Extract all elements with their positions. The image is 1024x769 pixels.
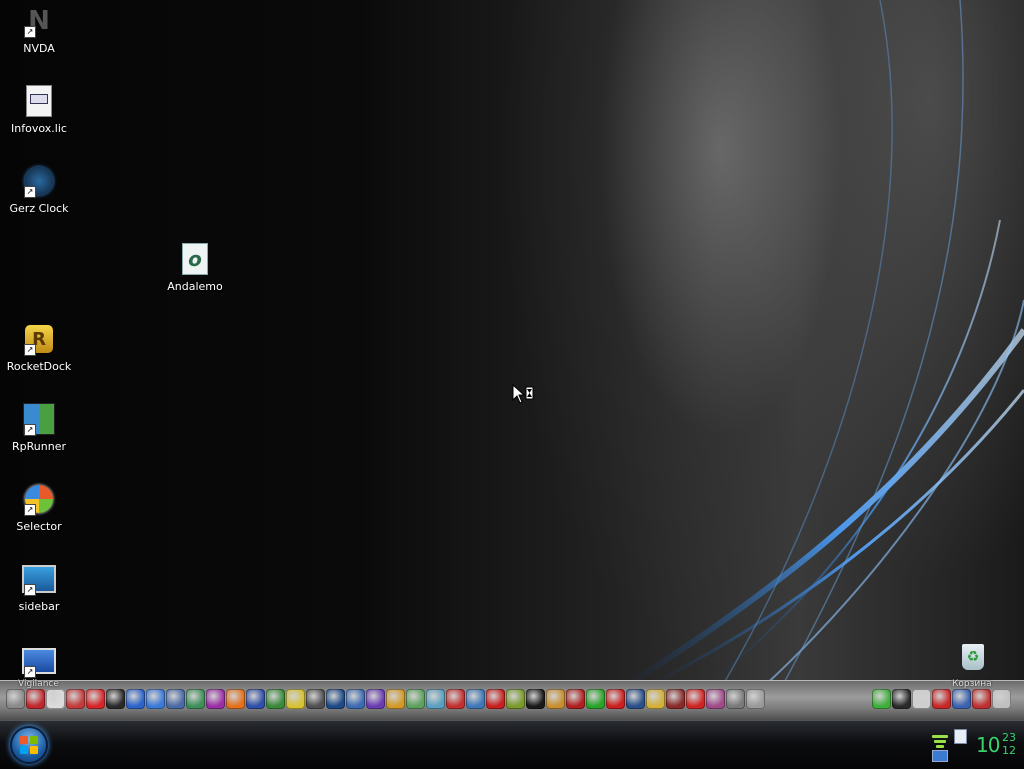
recycle-bin-icon: ♻	[956, 640, 990, 674]
shortcut-arrow-icon: ↗	[24, 504, 36, 516]
photoshop-icon[interactable]	[626, 689, 645, 709]
utorrent-icon[interactable]	[872, 689, 891, 709]
desktop-icon-monitor[interactable]: ↗	[1, 644, 77, 678]
desktop-icon-label: Infovox.lic	[11, 122, 67, 135]
shortcut-arrow-icon: ↗	[24, 344, 36, 356]
desktop-icon-rprunner[interactable]: ↗ RpRunner	[1, 402, 77, 453]
theater-icon[interactable]	[306, 689, 325, 709]
basket-icon[interactable]	[386, 689, 405, 709]
document-icon	[22, 84, 56, 118]
media-icon[interactable]	[206, 689, 225, 709]
desktop-icon-label: Gerz Clock	[9, 202, 69, 215]
desktop-icon-label: Selector	[16, 520, 62, 533]
map-icon[interactable]	[266, 689, 285, 709]
r-app-icon[interactable]	[486, 689, 505, 709]
red-ball-icon[interactable]	[446, 689, 465, 709]
windows-flag-icon	[20, 736, 38, 754]
desktop-icon-nvda[interactable]: N ↗ NVDA	[1, 4, 77, 55]
gear-icon[interactable]	[406, 689, 425, 709]
clock-icon[interactable]	[46, 689, 65, 709]
clock-minute[interactable]: 23	[1002, 731, 1016, 744]
desktop-icon-recycle-bin[interactable]: ♻	[935, 640, 1011, 674]
image-icon[interactable]	[186, 689, 205, 709]
desktop-icon-label: RocketDock	[6, 360, 72, 373]
clover-icon[interactable]	[586, 689, 605, 709]
andalemo-icon: o	[178, 242, 212, 276]
cd-icon[interactable]	[286, 689, 305, 709]
shortcut-arrow-icon: ↗	[24, 26, 36, 38]
desktop-icon-label: Andalemo	[167, 280, 223, 293]
res-icon[interactable]	[526, 689, 545, 709]
clock-second[interactable]: 12	[1002, 744, 1016, 757]
cube-icon[interactable]	[166, 689, 185, 709]
desktop-icon-infovox[interactable]: Infovox.lic	[1, 84, 77, 135]
archive-icon[interactable]	[506, 689, 525, 709]
download-icon[interactable]	[326, 689, 345, 709]
taskbar: 10 23 12	[0, 720, 1024, 769]
ring-icon[interactable]	[426, 689, 445, 709]
flag-icon[interactable]	[666, 689, 685, 709]
desktop-icon-label: RpRunner	[12, 440, 66, 453]
desktop-icon-label: sidebar	[18, 600, 60, 613]
key-icon[interactable]	[646, 689, 665, 709]
network-icon[interactable]	[952, 689, 971, 709]
rocketdock-bar: Vigilance Корзина	[0, 679, 1024, 721]
scanner-icon[interactable]	[726, 689, 745, 709]
cube-red-icon[interactable]	[972, 689, 991, 709]
desktop-icon-sidebar[interactable]: ↗ sidebar	[1, 562, 77, 613]
shortcut-arrow-icon: ↗	[24, 186, 36, 198]
dock-icon-list	[6, 689, 765, 709]
at-icon[interactable]	[466, 689, 485, 709]
shortcut-arrow-icon: ↗	[24, 424, 36, 436]
dock-icon-list-right	[872, 689, 1011, 709]
d-app-icon[interactable]	[126, 689, 145, 709]
security-icon[interactable]	[26, 689, 45, 709]
o-app-icon[interactable]	[686, 689, 705, 709]
block-icon[interactable]	[566, 689, 585, 709]
desktop-icon-selector[interactable]: ↗ Selector	[1, 482, 77, 533]
shortcut-arrow-icon: ↗	[24, 666, 36, 678]
pencil-icon[interactable]	[146, 689, 165, 709]
firefox-icon[interactable]	[226, 689, 245, 709]
dock-hover-label: Vigilance	[18, 679, 59, 689]
dock-recycle-label: Корзина	[952, 679, 992, 689]
acrobat-icon[interactable]	[86, 689, 105, 709]
desktop-icon-rocketdock[interactable]: R ↗ RocketDock	[1, 322, 77, 373]
picture-icon[interactable]	[366, 689, 385, 709]
network-icon[interactable]	[930, 731, 952, 762]
save-icon[interactable]	[246, 689, 265, 709]
opera-icon[interactable]	[606, 689, 625, 709]
busy-cursor	[512, 383, 536, 410]
app-icon[interactable]	[66, 689, 85, 709]
eye-icon[interactable]	[546, 689, 565, 709]
tool-icon[interactable]	[106, 689, 125, 709]
notification-icon[interactable]	[954, 729, 967, 744]
utility-icon[interactable]	[6, 689, 25, 709]
mouse-icon[interactable]	[746, 689, 765, 709]
c-app-icon[interactable]	[932, 689, 951, 709]
stamp-icon[interactable]	[912, 689, 931, 709]
trash-icon[interactable]	[992, 689, 1011, 709]
books-icon[interactable]	[706, 689, 725, 709]
shortcut-arrow-icon: ↗	[24, 584, 36, 596]
clock-hour[interactable]: 10	[976, 733, 1000, 757]
desktop-icon-andalemo[interactable]: o Andalemo	[157, 242, 233, 293]
globe-icon[interactable]	[346, 689, 365, 709]
desktop-icon-label: NVDA	[23, 42, 55, 55]
start-button[interactable]	[10, 726, 48, 764]
spider-icon[interactable]	[892, 689, 911, 709]
desktop-icon-gerz-clock[interactable]: ↗ Gerz Clock	[1, 164, 77, 215]
